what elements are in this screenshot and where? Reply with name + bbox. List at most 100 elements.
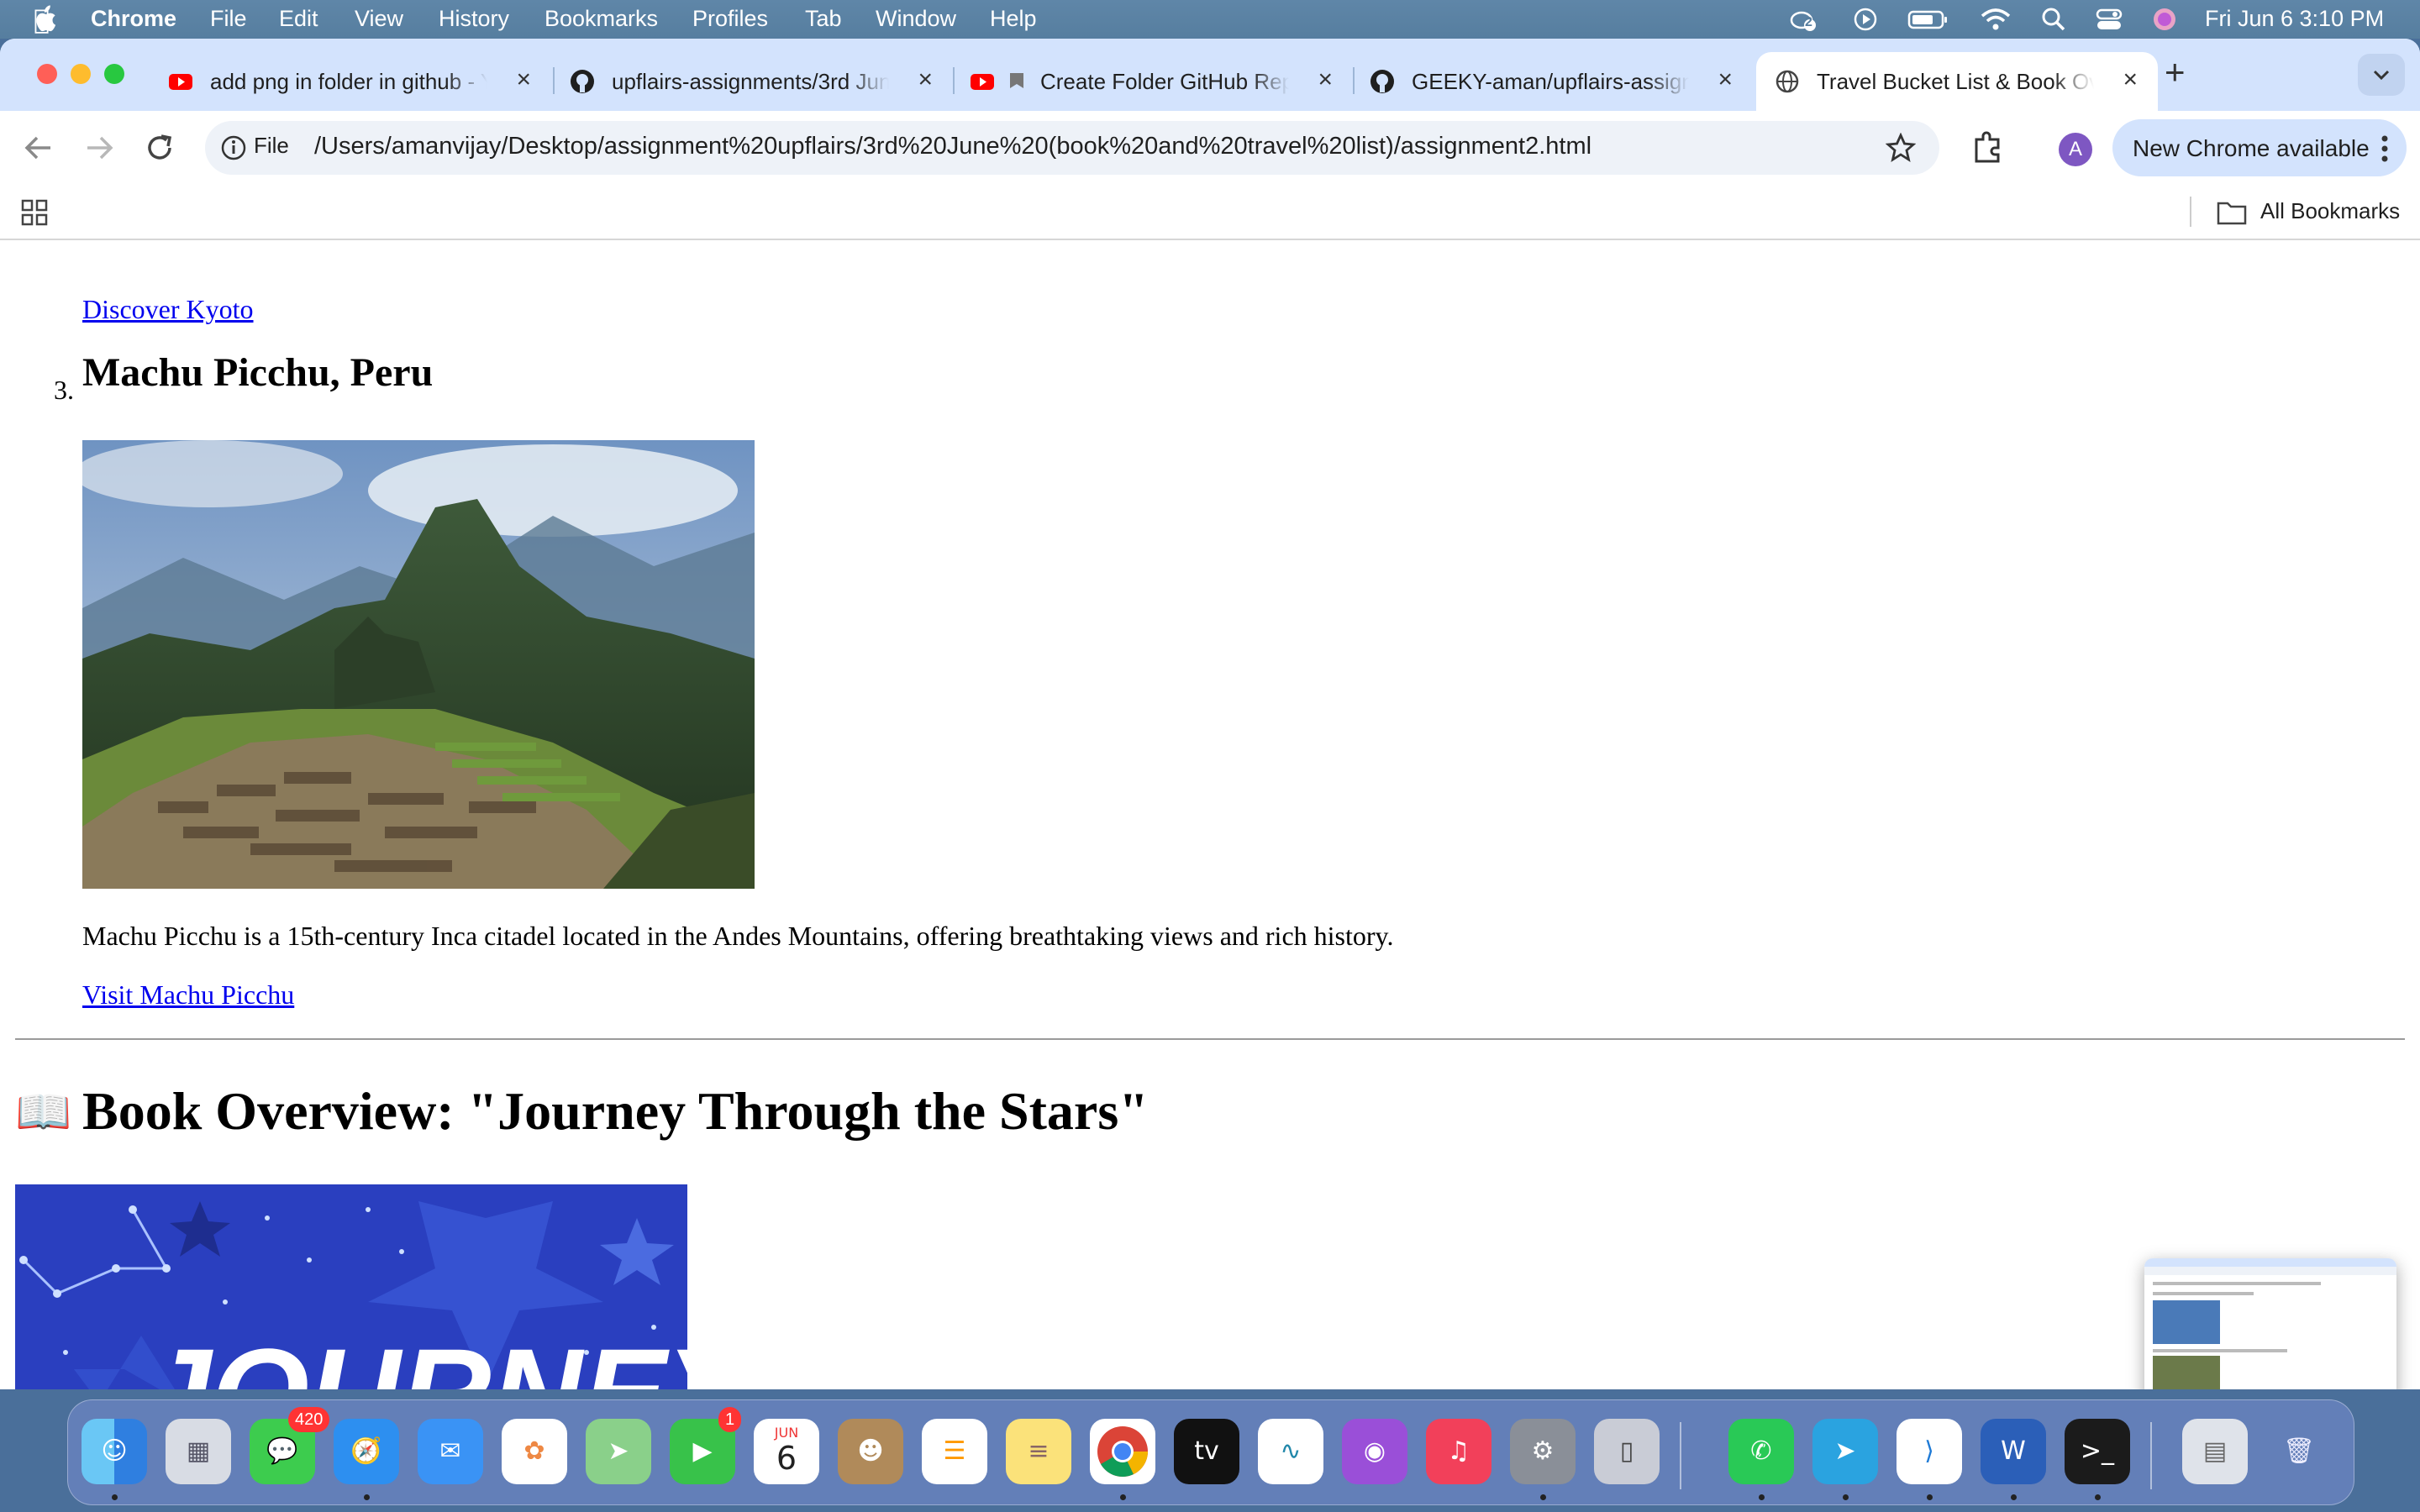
globe-icon <box>1776 70 1799 93</box>
running-indicator <box>364 1494 370 1500</box>
bookmark-icon <box>1010 73 1023 88</box>
safari-icon[interactable]: 🧭 <box>334 1419 399 1484</box>
running-indicator <box>1120 1494 1126 1500</box>
word-icon[interactable]: W <box>1981 1419 2046 1484</box>
page-viewport: Discover Kyoto 3. Machu Picchu, Peru Mac… <box>0 240 2420 1389</box>
close-tab-icon[interactable]: × <box>1318 66 1333 94</box>
menu-profiles[interactable]: Profiles <box>692 6 768 32</box>
tab-title: add png in folder in github - YouTube <box>210 69 487 94</box>
extensions-puzzle-icon[interactable] <box>1971 129 2005 165</box>
menu-history[interactable]: History <box>439 6 509 32</box>
running-indicator <box>1927 1494 1933 1500</box>
all-bookmarks-label[interactable]: All Bookmarks <box>2260 198 2400 224</box>
apple-logo-icon[interactable] <box>30 5 57 34</box>
menu-help[interactable]: Help <box>990 6 1037 32</box>
menu-tab[interactable]: Tab <box>805 6 842 32</box>
launchpad-icon[interactable]: ▦ <box>166 1419 231 1484</box>
telegram-icon[interactable]: ➤ <box>1812 1419 1878 1484</box>
menu-file[interactable]: File <box>210 6 247 32</box>
tab-geeky-aman-repo[interactable]: GEEKY-aman/upflairs-assignments × <box>1351 52 1753 111</box>
new-tab-button[interactable]: + <box>2165 52 2186 92</box>
bookmarks-divider <box>2190 197 2191 227</box>
forward-arrow-icon[interactable] <box>82 133 116 163</box>
downloads-stack-icon[interactable]: ▤ <box>2182 1419 2248 1484</box>
menubar-clock[interactable]: Fri Jun 6 3:10 PM <box>2205 6 2384 32</box>
github-icon <box>1370 70 1394 93</box>
tab-create-folder-github[interactable]: Create Folder GitHub Repo × <box>951 52 1353 111</box>
chrome-logo-icon <box>1097 1426 1148 1477</box>
new-chrome-available-button[interactable]: New Chrome available <box>2112 119 2407 176</box>
close-tab-icon[interactable]: × <box>1718 66 1733 94</box>
discover-kyoto-link[interactable]: Discover Kyoto <box>82 294 254 325</box>
notes-icon[interactable]: ≡ <box>1006 1419 1071 1484</box>
menu-bookmarks[interactable]: Bookmarks <box>544 6 658 32</box>
facetime-badge: 1 <box>718 1407 742 1432</box>
terminal-icon[interactable]: >_ <box>2065 1419 2130 1484</box>
maps-icon[interactable]: ➤ <box>586 1419 651 1484</box>
calendar-day: 6 <box>776 1440 797 1477</box>
running-indicator <box>2095 1494 2101 1500</box>
tab-youtube-png-github[interactable]: add png in folder in github - YouTube × <box>150 52 551 111</box>
kebab-menu-icon[interactable] <box>2380 134 2390 163</box>
list-number: 3. <box>54 375 74 405</box>
notification-cloud-icon[interactable] <box>1790 7 1817 32</box>
apps-grid-icon[interactable] <box>20 198 49 227</box>
chrome-icon[interactable] <box>1090 1419 1155 1484</box>
system-settings-icon[interactable]: ⚙ <box>1510 1419 1576 1484</box>
menu-app-name[interactable]: Chrome <box>91 6 176 32</box>
finder-icon[interactable]: ☺ <box>82 1419 147 1484</box>
github-icon <box>571 70 594 93</box>
visit-machu-picchu-link[interactable]: Visit Machu Picchu <box>82 979 294 1011</box>
tab-search-button[interactable] <box>2358 54 2405 96</box>
iphone-mirroring-icon[interactable]: ▯ <box>1594 1419 1660 1484</box>
notification-count: 2 <box>1805 15 1812 29</box>
close-tab-icon[interactable]: × <box>2123 66 2138 94</box>
book-overview-heading: Book Overview: "Journey Through the Star… <box>82 1081 1149 1141</box>
machu-picchu-image <box>82 440 755 889</box>
reload-icon[interactable] <box>143 131 176 165</box>
apple-tv-icon[interactable]: tv <box>1174 1419 1239 1484</box>
minimize-window-button[interactable] <box>71 64 91 84</box>
control-center-icon[interactable] <box>2096 7 2123 32</box>
menu-bar:  Chrome File Edit View History Bookmark… <box>0 0 2420 39</box>
wifi-icon[interactable] <box>1980 7 2012 32</box>
tab-upflairs-assignments[interactable]: upflairs-assignments/3rd June × <box>551 52 953 111</box>
profile-avatar[interactable]: A <box>2059 133 2092 166</box>
back-arrow-icon[interactable] <box>22 133 55 163</box>
close-tab-icon[interactable]: × <box>918 66 933 94</box>
close-tab-icon[interactable]: × <box>516 66 531 94</box>
media-play-icon[interactable] <box>1852 7 1879 32</box>
whatsapp-icon[interactable]: ✆ <box>1728 1419 1794 1484</box>
mail-icon[interactable]: ✉ <box>418 1419 483 1484</box>
siri-icon[interactable] <box>2151 7 2178 32</box>
url-text[interactable]: /Users/amanvijay/Desktop/assignment%20up… <box>314 133 1591 160</box>
file-scheme-chip[interactable]: File <box>254 133 289 159</box>
menu-edit[interactable]: Edit <box>279 6 318 32</box>
spotlight-search-icon[interactable] <box>2040 7 2067 32</box>
bookmark-star-icon[interactable] <box>1886 133 1916 163</box>
info-icon[interactable] <box>220 134 247 161</box>
photos-icon[interactable]: ✿ <box>502 1419 567 1484</box>
tab-travel-bucket-list[interactable]: Travel Bucket List & Book Overview × <box>1756 52 2158 111</box>
address-bar[interactable]: File /Users/amanvijay/Desktop/assignment… <box>205 121 1939 175</box>
battery-icon[interactable] <box>1907 7 1949 32</box>
zoom-window-button[interactable] <box>104 64 124 84</box>
vscode-icon[interactable]: ⟩ <box>1897 1419 1962 1484</box>
podcasts-icon[interactable]: ◉ <box>1342 1419 1407 1484</box>
running-indicator <box>1843 1494 1849 1500</box>
calendar-icon[interactable]: JUN 6 <box>754 1419 819 1484</box>
reminders-icon[interactable]: ☰ <box>922 1419 987 1484</box>
close-window-button[interactable] <box>37 64 57 84</box>
music-icon[interactable]: ♫ <box>1426 1419 1491 1484</box>
tab-title: upflairs-assignments/3rd June <box>612 69 889 94</box>
running-indicator <box>2011 1494 2017 1500</box>
menu-view[interactable]: View <box>355 6 403 32</box>
freeform-icon[interactable]: ∿ <box>1258 1419 1323 1484</box>
machu-picchu-description: Machu Picchu is a 15th-century Inca cita… <box>82 921 1394 951</box>
screenshot-thumbnail-preview[interactable] <box>2144 1258 2396 1389</box>
contacts-icon[interactable]: ☻ <box>838 1419 903 1484</box>
folder-icon[interactable] <box>2217 200 2247 225</box>
new-chrome-label: New Chrome available <box>2133 135 2370 161</box>
menu-window[interactable]: Window <box>876 6 956 32</box>
trash-icon[interactable]: 🗑 <box>2266 1419 2332 1484</box>
